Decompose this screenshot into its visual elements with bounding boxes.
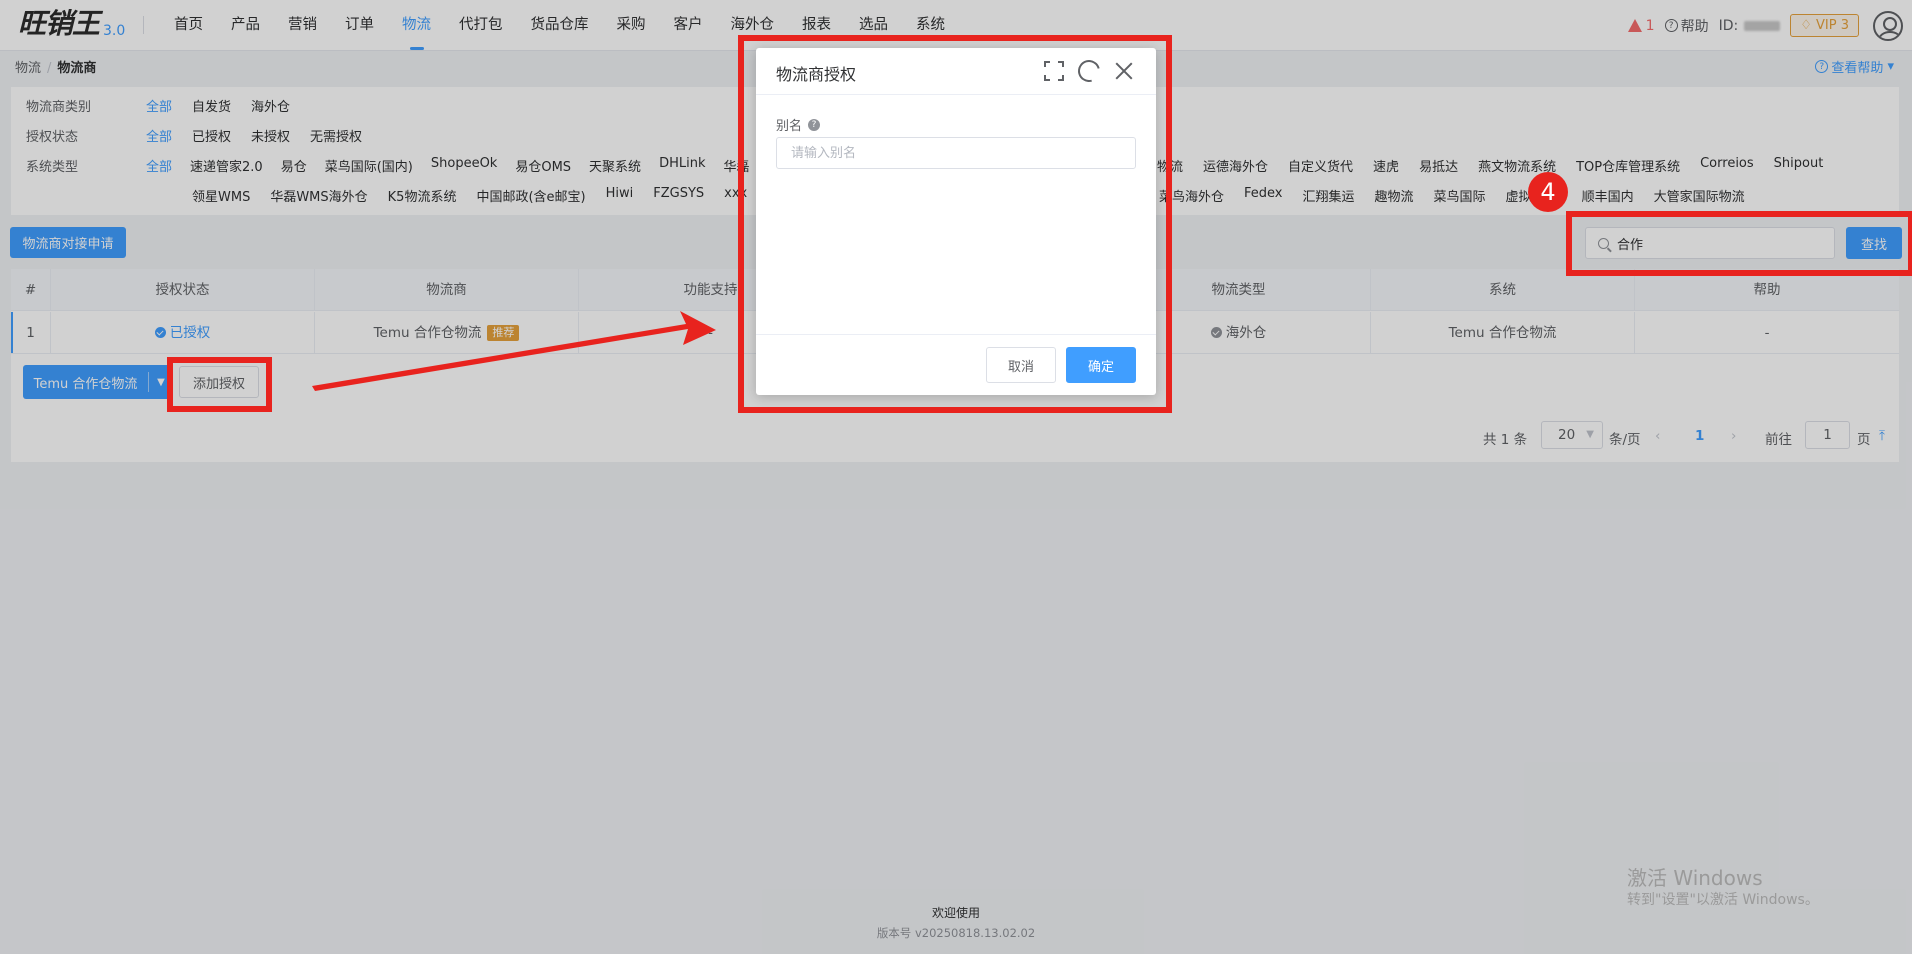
- activation-watermark-text: 转到"设置"以激活 Windows。: [1627, 892, 1819, 908]
- activation-watermark-title: 激活 Windows: [1627, 866, 1763, 890]
- annotation-arrow: [312, 311, 716, 391]
- arrow-shape: [312, 311, 716, 391]
